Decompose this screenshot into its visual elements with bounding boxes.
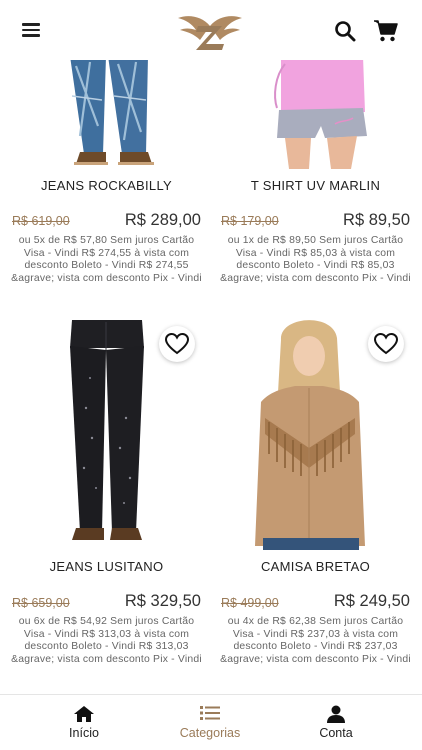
nav-label: Conta	[319, 726, 353, 740]
product-image[interactable]	[215, 56, 416, 169]
search-icon	[335, 21, 356, 42]
heart-outline-icon	[374, 333, 398, 355]
brand-logo[interactable]	[176, 12, 244, 52]
product-price: R$ 89,50	[343, 211, 410, 229]
product-installments: ou 6x de R$ 54,92 Sem juros Cartão Visa …	[11, 616, 202, 665]
product-name[interactable]: T SHIRT UV MARLIN	[215, 178, 416, 193]
search-button[interactable]	[334, 20, 356, 42]
cart-button[interactable]	[373, 19, 399, 43]
winged-z-logo	[178, 16, 242, 50]
product-old-price: R$ 619,00	[12, 214, 70, 228]
product-name[interactable]: CAMISA BRETAO	[215, 559, 416, 574]
product-old-price: R$ 179,00	[221, 214, 279, 228]
nav-label: Início	[69, 726, 99, 740]
product-grid: JEANS ROCKABILLY R$ 619,00 R$ 289,00 ou …	[0, 0, 422, 694]
product-name[interactable]: JEANS ROCKABILLY	[6, 178, 207, 193]
product-old-price: R$ 499,00	[221, 596, 279, 610]
product-installments: ou 5x de R$ 57,80 Sem juros Cartão Visa …	[11, 235, 202, 284]
nav-item-inicio[interactable]: Início	[44, 695, 124, 750]
app-header	[0, 0, 422, 60]
nav-item-conta[interactable]: Conta	[296, 695, 376, 750]
favorite-button[interactable]	[368, 326, 404, 362]
product-installments: ou 4x de R$ 62,38 Sem juros Cartão Visa …	[220, 616, 411, 665]
product-name[interactable]: JEANS LUSITANO	[6, 559, 207, 574]
product-image[interactable]	[6, 56, 207, 169]
product-price: R$ 289,00	[124, 211, 201, 229]
hamburger-menu-icon	[22, 23, 40, 26]
bottom-navigation: Início Categorias Conta	[0, 694, 422, 750]
product-installments: ou 1x de R$ 89,50 Sem juros Cartão Visa …	[220, 235, 411, 284]
product-price: R$ 329,50	[124, 592, 201, 610]
user-icon	[327, 705, 345, 723]
product-price: R$ 249,50	[333, 592, 410, 610]
product-old-price: R$ 659,00	[12, 596, 70, 610]
menu-button[interactable]	[22, 20, 44, 40]
list-icon	[200, 706, 220, 720]
nav-label: Categorias	[179, 726, 241, 740]
heart-outline-icon	[165, 333, 189, 355]
app-screen: JEANS ROCKABILLY R$ 619,00 R$ 289,00 ou …	[0, 0, 422, 750]
shopping-cart-icon	[374, 20, 398, 42]
favorite-button[interactable]	[159, 326, 195, 362]
home-icon	[74, 706, 94, 722]
nav-item-categorias[interactable]: Categorias	[165, 695, 255, 750]
